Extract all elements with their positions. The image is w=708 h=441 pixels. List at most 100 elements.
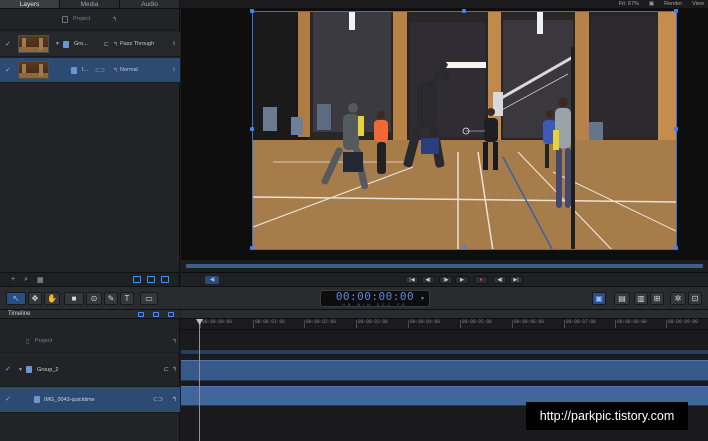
go-to-end-icon[interactable]: ▶| [509, 276, 523, 284]
text-tool-icon[interactable]: T [120, 292, 134, 305]
mini-timeline[interactable] [181, 259, 708, 272]
ruler-tick: 00:00:06:00 [512, 320, 544, 328]
blend-mode-label[interactable]: Pass Through [120, 41, 154, 47]
layers-panel: Project ↰ ✓ ▼ Gro... ⊏ ↰ Pass Through ⇕ … [0, 9, 180, 272]
watermark-text: http://parkpic.tistory.com [526, 402, 688, 430]
blend-mode-label[interactable]: Normal [120, 67, 138, 73]
transform-handle[interactable] [250, 9, 254, 13]
layer-name: Gro... [74, 41, 88, 47]
transform-handle[interactable] [674, 127, 678, 131]
tab-layers[interactable]: Layers [0, 0, 60, 8]
group-clip[interactable] [181, 360, 708, 381]
go-to-start-icon[interactable]: |◀ [405, 276, 419, 284]
canvas-frame[interactable] [252, 11, 677, 250]
export-icon[interactable]: ⊞ [650, 292, 664, 305]
timeline-row-group[interactable]: ✓ ▼ Group_2 ⊏ ↰ [0, 353, 180, 387]
transform-handle[interactable] [674, 246, 678, 250]
clip-icon [34, 396, 40, 403]
link-icon: ↰ [113, 41, 119, 48]
layout-tool-icon[interactable]: ▭ [140, 292, 158, 305]
anchor-tool-icon[interactable]: ✥ [28, 292, 42, 305]
transform-handle[interactable] [462, 9, 466, 13]
transform-handle[interactable] [462, 246, 466, 250]
add-icon[interactable]: + [11, 276, 15, 283]
pan-tool-icon[interactable]: ✋ [44, 292, 60, 305]
timeline-settings-icon[interactable] [153, 312, 159, 317]
gear-icon[interactable]: ✲ [670, 292, 686, 305]
speaker-icon[interactable]: ◀ [205, 276, 219, 284]
transport-controls: ◀ |◀ ◀| |▶ ▶ ● ◀| ▶| [181, 272, 708, 286]
view-menu[interactable]: View [692, 0, 704, 8]
ruler-tick: 00:00:00:00 [200, 320, 232, 328]
layers-project-row[interactable]: Project ↰ [0, 9, 179, 30]
record-options-icon[interactable]: ▣ [592, 292, 606, 305]
group-bar[interactable] [181, 350, 708, 354]
track-name: Project [35, 338, 53, 344]
render-menu[interactable]: Render [664, 0, 682, 8]
project-label: Project [73, 16, 91, 22]
timeline-track-list: ▯ Project ↰ ✓ ▼ Group_2 ⊏ ↰ ✓ IMG_0043-q… [0, 319, 180, 441]
pen-tool-icon[interactable]: ✎ [104, 292, 118, 305]
disclosure-triangle-icon[interactable]: ▼ [18, 367, 23, 373]
record-icon[interactable]: ● [474, 276, 488, 284]
grid-icon[interactable]: ▦ [37, 276, 44, 284]
blend-mode-chevron-icon[interactable]: ⇕ [172, 67, 176, 73]
layer-thumbnail [18, 35, 49, 53]
stack-icon[interactable] [161, 276, 169, 283]
tab-audio[interactable]: Audio [120, 0, 180, 8]
mask-tool-icon[interactable]: ⊙ [86, 292, 102, 305]
shape-tool-icon[interactable]: ■ [64, 292, 84, 305]
select-tool-icon[interactable]: ↖ [6, 292, 26, 305]
layers-view-icon[interactable] [133, 276, 141, 283]
link-icon: ⊂⊃ [95, 67, 106, 74]
step-back-icon[interactable]: ◀| [421, 276, 435, 284]
ruler-tick: 00:00:02:00 [304, 320, 336, 328]
timeline-ruler[interactable]: 00:00:00:00 00:00:01:00 00:00:02:00 00:0… [181, 319, 708, 330]
settings-icon[interactable] [147, 276, 155, 283]
project-icon [62, 15, 68, 23]
channel-icon[interactable]: ▣ [649, 0, 654, 8]
filters-icon[interactable]: ⊡ [688, 292, 702, 305]
chevron-down-icon[interactable]: ▼ [420, 296, 425, 302]
timeline-view-icon[interactable] [138, 312, 144, 317]
project-icon: ▯ [26, 338, 30, 345]
track-name: IMG_0043-quicktime [44, 396, 95, 403]
transform-handle[interactable] [250, 127, 254, 131]
checkbox-icon[interactable]: ✓ [5, 41, 12, 48]
blend-mode-chevron-icon[interactable]: ⇕ [172, 41, 176, 47]
checkbox-icon[interactable]: ✓ [5, 366, 12, 373]
checkbox-icon[interactable]: ✓ [5, 396, 12, 403]
playhead[interactable] [199, 319, 200, 441]
ruler-tick: 00:00:09:00 [666, 320, 698, 328]
timeline-stack-icon[interactable] [168, 312, 174, 317]
disclosure-triangle-icon[interactable]: ▼ [55, 41, 60, 47]
play-icon[interactable]: ▶ [455, 276, 469, 284]
video-frame-image [253, 12, 676, 249]
layer-row-group[interactable]: ✓ ▼ Gro... ⊏ ↰ Pass Through ⇕ [0, 32, 180, 57]
canvas-viewer: Fit: 67% ▣ Render View [181, 0, 708, 272]
ruler-tick: 00:00:03:00 [356, 320, 388, 328]
link-icon: ↰ [172, 367, 178, 373]
blend-icon: ⊏ [104, 41, 110, 48]
loop-icon[interactable]: ◀| [493, 276, 507, 284]
layer-row-clip[interactable]: ✓ I... ⊂⊃ ↰ Normal ⇕ [0, 58, 180, 83]
library-icon[interactable]: ▤ [614, 292, 630, 305]
ruler-tick: 00:00:05:00 [460, 320, 492, 328]
ruler-tick: 00:00:08:00 [615, 320, 647, 328]
timecode-display[interactable]: 00:00:00:00 HR MIN SEC FR ▼ [320, 290, 430, 307]
checkbox-icon[interactable]: ✓ [5, 67, 12, 74]
group-icon [63, 40, 69, 48]
transform-handle[interactable] [250, 246, 254, 250]
timeline-row-clip[interactable]: ✓ IMG_0043-quicktime ⊂⊃ ↰ [0, 387, 180, 413]
group-icon [26, 366, 32, 373]
search-icon[interactable]: ⌕ [24, 276, 28, 284]
mini-timeline-bar[interactable] [186, 264, 703, 268]
transform-handle[interactable] [674, 9, 678, 13]
layers-footer: + ⌕ ▦ [0, 272, 180, 286]
inspector-icon[interactable]: ▥ [634, 292, 648, 305]
step-forward-icon[interactable]: |▶ [439, 276, 453, 284]
tab-media[interactable]: Media [60, 0, 120, 8]
ruler-tick: 00:00:07:00 [564, 320, 596, 328]
timeline-row-project[interactable]: ▯ Project ↰ [0, 330, 180, 353]
fit-zoom-menu[interactable]: Fit: 67% [619, 0, 639, 8]
